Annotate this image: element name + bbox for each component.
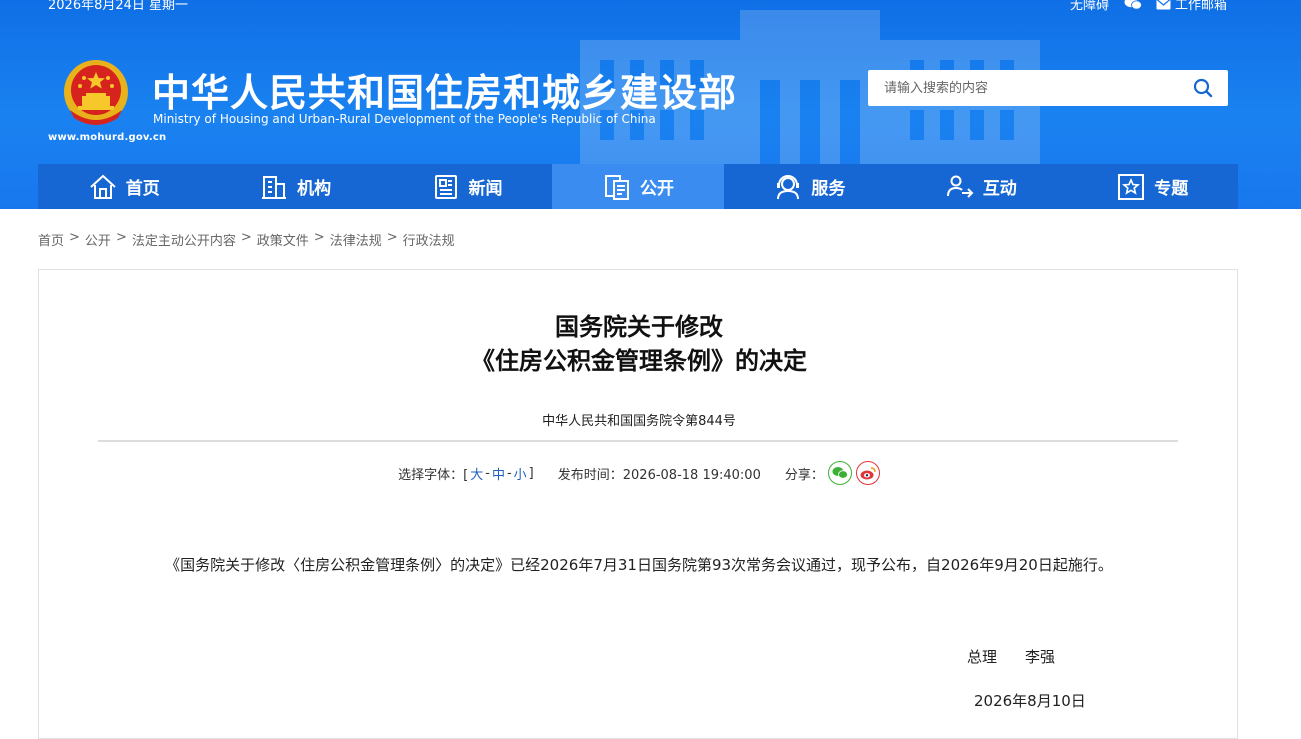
article-title-line2: 《住房公积金管理条例》的决定 xyxy=(471,347,807,375)
signature: 总理 李强 xyxy=(967,646,1083,667)
work-mail-link[interactable]: 工作邮箱 xyxy=(1156,0,1227,13)
interaction-icon xyxy=(946,175,974,198)
search-button[interactable] xyxy=(1178,70,1228,106)
article-title: 国务院关于修改 《住房公积金管理条例》的决定 xyxy=(39,310,1239,378)
nav-organization-label: 机构 xyxy=(297,179,332,199)
breadcrumb-policy-documents[interactable]: 政策文件 xyxy=(257,230,309,249)
article-panel: 国务院关于修改 《住房公积金管理条例》的决定 中华人民共和国国务院令第844号 … xyxy=(38,269,1238,739)
article-title-line1: 国务院关于修改 xyxy=(555,313,723,341)
nav-news-label: 新闻 xyxy=(468,179,503,199)
national-emblem-icon xyxy=(64,60,128,125)
breadcrumb-separator: > xyxy=(69,230,80,245)
nav-topic-label: 专题 xyxy=(1154,179,1189,199)
nav-interaction-label: 互动 xyxy=(982,179,1017,199)
font-size-small[interactable]: 小 xyxy=(514,464,527,483)
font-size-dash: - xyxy=(485,465,490,481)
breadcrumb-separator: > xyxy=(240,230,252,245)
search-box xyxy=(868,70,1228,106)
share-label: 分享： xyxy=(784,467,824,483)
mail-icon xyxy=(1156,0,1171,9)
wechat-icon xyxy=(832,467,848,479)
site-title-cn: 中华人民共和国住房和城乡建设部 xyxy=(152,71,738,115)
building-icon xyxy=(262,175,287,199)
nav-organization[interactable]: 机构 xyxy=(209,164,380,209)
site-domain: www.mohurd.gov.cn xyxy=(48,132,167,143)
site-header: 2026年8月24日 星期一 无障碍 工作邮箱 www.mohurd.gov.c… xyxy=(0,0,1301,209)
breadcrumb-separator: > xyxy=(386,230,398,245)
site-title-en: Ministry of Housing and Urban-Rural Deve… xyxy=(153,112,656,126)
font-size-label: 选择字体：[ xyxy=(398,467,469,483)
article-meta: 选择字体：[ 大 - 中 - 小 ] 发布时间：2026-08-18 19:40… xyxy=(39,460,1239,486)
breadcrumb-administrative-regulations[interactable]: 行政法规 xyxy=(403,230,455,249)
breadcrumb-public[interactable]: 公开 xyxy=(85,230,111,249)
breadcrumb-statutory-disclosure[interactable]: 法定主动公开内容 xyxy=(132,230,236,249)
font-size-selector: 选择字体：[ 大 - 中 - 小 ] xyxy=(398,464,534,483)
nav-service-label: 服务 xyxy=(811,179,846,199)
nav-service[interactable]: 服务 xyxy=(724,164,895,209)
nav-home[interactable]: 首页 xyxy=(38,164,209,209)
nav-public-label: 公开 xyxy=(639,179,674,199)
publish-time-value: 2026-08-18 19:40:00 xyxy=(622,467,761,483)
breadcrumb-separator: > xyxy=(115,230,127,245)
font-size-close: ] xyxy=(528,465,534,481)
breadcrumb-separator: > xyxy=(313,230,325,245)
publish-time-label: 发布时间： xyxy=(557,467,623,483)
article-subtitle: 中华人民共和国国务院令第844号 xyxy=(542,414,736,429)
weibo-icon xyxy=(860,467,876,480)
nav-topic[interactable]: 专题 xyxy=(1067,164,1238,209)
breadcrumb-home[interactable]: 首页 xyxy=(38,230,64,249)
share-wechat-button[interactable] xyxy=(827,461,852,485)
search-icon xyxy=(1193,78,1213,98)
signer-title: 总理 xyxy=(967,648,998,666)
work-mail-label: 工作邮箱 xyxy=(1175,0,1228,13)
nav-interaction[interactable]: 互动 xyxy=(895,164,1066,209)
current-date: 2026年8月24日 星期一 xyxy=(48,0,189,13)
document-icon xyxy=(604,174,629,200)
service-icon xyxy=(777,174,800,199)
newspaper-icon xyxy=(434,174,457,199)
wechat-icon[interactable] xyxy=(1124,0,1142,10)
breadcrumb: 首页 > 公开 > 法定主动公开内容 > 政策文件 > 法律法规 > 行政法规 xyxy=(38,230,455,249)
signer-name: 李强 xyxy=(1025,648,1056,666)
topic-star-icon xyxy=(1118,173,1145,200)
breadcrumb-laws[interactable]: 法律法规 xyxy=(330,230,382,249)
font-size-medium[interactable]: 中 xyxy=(492,464,505,483)
nav-home-label: 首页 xyxy=(125,179,160,199)
share-bar: 分享： xyxy=(785,461,880,485)
nav-news[interactable]: 新闻 xyxy=(381,164,552,209)
main-nav: 首页 机构 新闻 公开 服务 互动 专题 xyxy=(38,164,1238,209)
home-icon xyxy=(90,174,116,199)
sign-date: 2026年8月10日 xyxy=(974,692,1086,710)
font-size-large[interactable]: 大 xyxy=(470,464,483,483)
search-input[interactable] xyxy=(868,70,1178,106)
accessibility-link[interactable]: 无障碍 xyxy=(1070,0,1109,13)
publish-time: 发布时间：2026-08-18 19:40:00 xyxy=(558,464,761,483)
font-size-dash: - xyxy=(506,465,512,481)
nav-public[interactable]: 公开 xyxy=(552,164,724,209)
top-bar: 2026年8月24日 星期一 无障碍 工作邮箱 xyxy=(0,0,1301,16)
article-body: 《国务院关于修改〈住房公积金管理条例〉的决定》已经2026年7月31日国务院第9… xyxy=(165,556,1113,574)
share-weibo-button[interactable] xyxy=(855,461,880,485)
title-divider xyxy=(98,440,1178,442)
